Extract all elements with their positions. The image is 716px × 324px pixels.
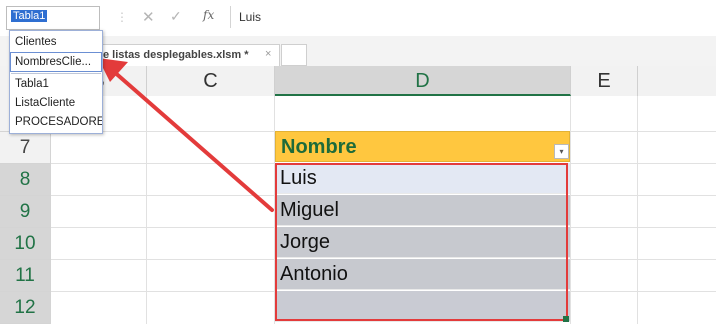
dropdown-item-procesadores[interactable]: PROCESADORES [10, 112, 102, 132]
annotation-arrow [98, 58, 274, 212]
dropdown-item-listacliente[interactable]: ListaCliente [10, 93, 102, 113]
dropdown-item-nombresclientes[interactable]: NombresClie... [10, 52, 102, 72]
dropdown-item-tabla1[interactable]: Tabla1 [10, 74, 102, 94]
name-box-dropdown: Clientes NombresClie... Tabla1 ListaClie… [9, 30, 103, 134]
dropdown-item-clientes[interactable]: Clientes [10, 32, 102, 52]
